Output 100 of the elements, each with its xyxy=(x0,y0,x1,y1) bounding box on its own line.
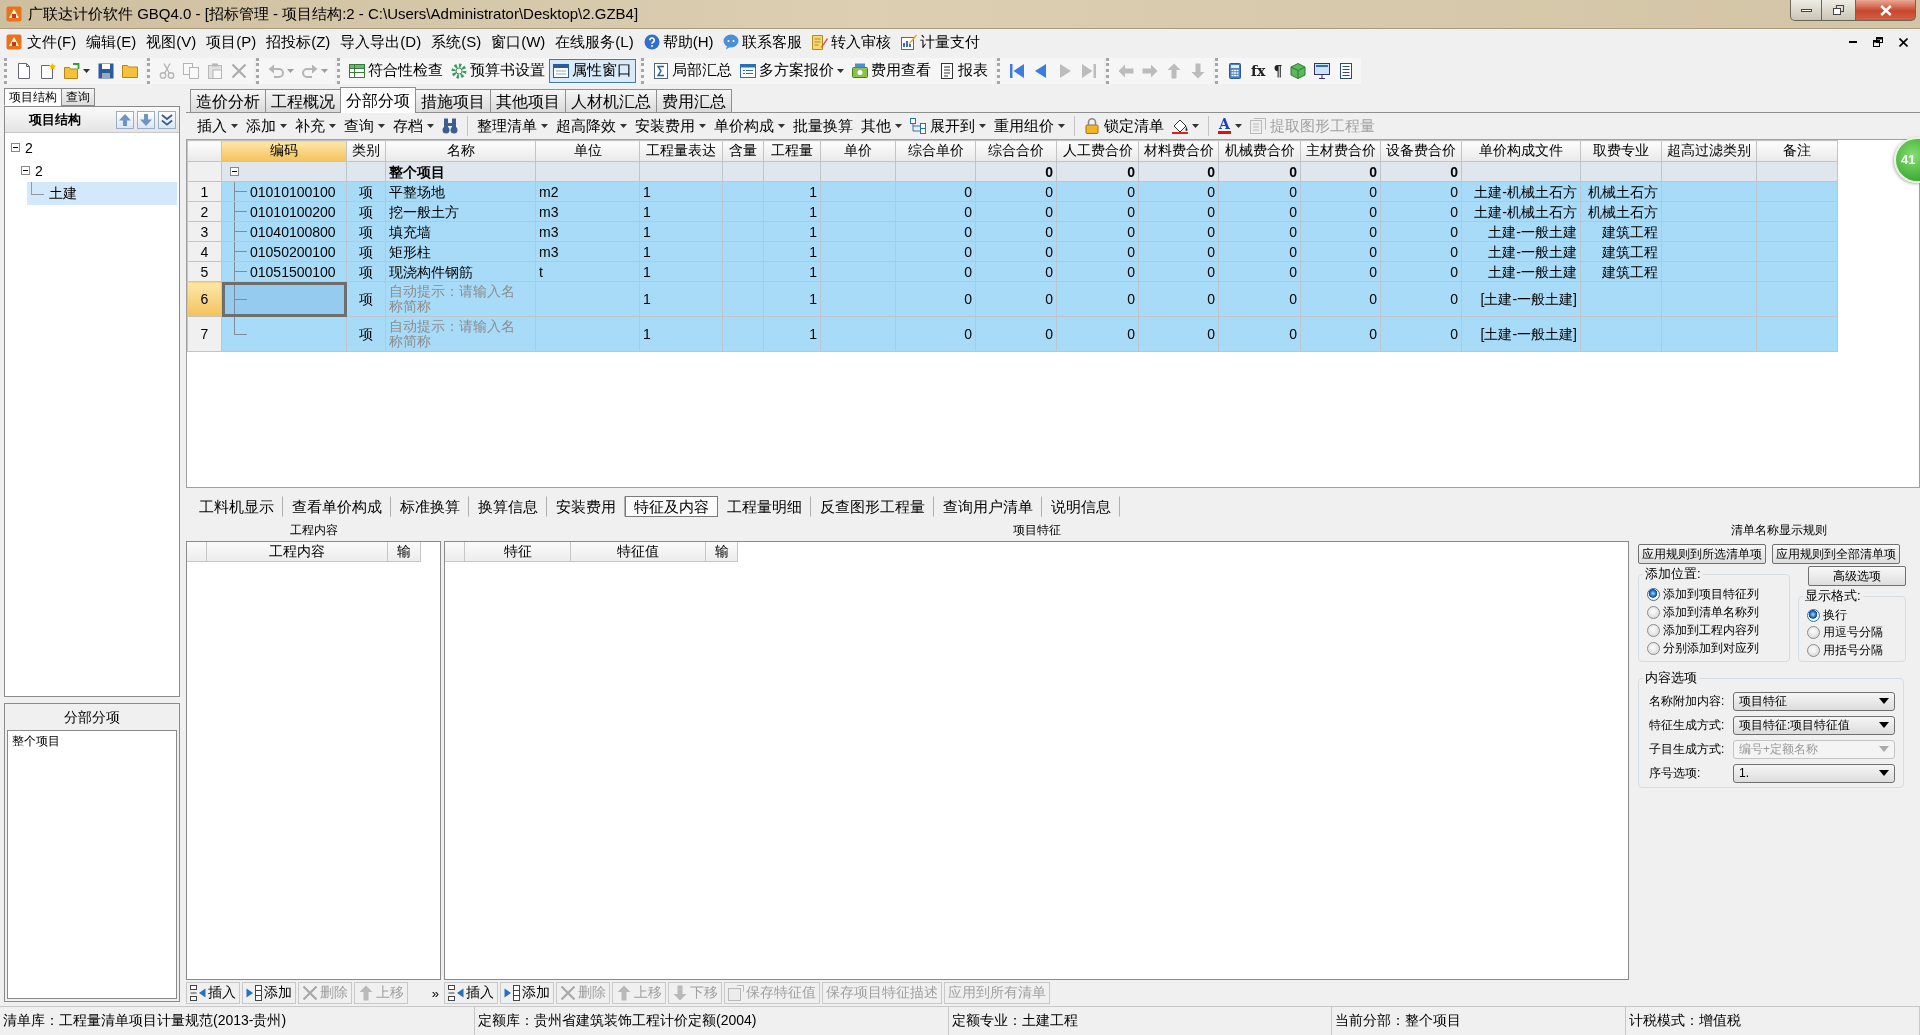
menu-item[interactable]: 在线服务(L) xyxy=(550,30,639,54)
column-header[interactable]: 输 xyxy=(388,542,421,562)
row-header[interactable]: 1 xyxy=(187,181,222,202)
panel-button[interactable]: 添加 xyxy=(500,982,554,1004)
menu-item[interactable]: 导入导出(D) xyxy=(335,30,427,54)
radio-option[interactable]: 用括号分隔 xyxy=(1803,641,1901,659)
toolbar-button[interactable]: 批量换算 xyxy=(789,116,857,136)
tab[interactable]: 反查图形工程量 xyxy=(811,496,934,517)
toolbar-button[interactable]: 添加 xyxy=(242,116,291,136)
dropdown-field[interactable]: 1. xyxy=(1733,763,1895,783)
tree-item[interactable]: 土建 xyxy=(27,182,177,205)
column-header[interactable]: 编码 xyxy=(221,140,347,162)
tab[interactable]: 人材机汇总 xyxy=(565,89,657,112)
toolbar-button[interactable]: 查询 xyxy=(340,116,389,136)
menu-item[interactable]: 转入审核 xyxy=(807,30,897,54)
row-header[interactable]: 2 xyxy=(187,201,222,222)
toolbar-button[interactable]: ¶ xyxy=(1269,58,1287,83)
column-header[interactable]: 特征值 xyxy=(571,542,706,562)
row-header[interactable]: 6 xyxy=(187,281,222,317)
menu-item[interactable]: 联系客服 xyxy=(718,30,808,54)
column-header[interactable]: 单位 xyxy=(535,140,640,162)
column-header[interactable]: 取费专业 xyxy=(1580,140,1662,162)
dropdown-field[interactable]: 项目特征 xyxy=(1733,691,1895,711)
toolbar-button[interactable]: 费用查看 xyxy=(848,58,935,83)
radio-option[interactable]: 添加到工程内容列 xyxy=(1643,621,1785,639)
toolbar-button[interactable]: 重用组价 xyxy=(990,116,1069,136)
column-header[interactable]: 主材费合价 xyxy=(1300,140,1381,162)
toolbar-button[interactable]: 属性窗口 xyxy=(549,58,636,83)
column-header[interactable]: 人工费合价 xyxy=(1056,140,1139,162)
column-header[interactable]: 工程量 xyxy=(763,140,821,162)
tab[interactable]: 费用汇总 xyxy=(656,89,732,112)
close-button[interactable] xyxy=(1897,35,1910,49)
column-header[interactable]: 输 xyxy=(706,542,738,562)
column-header[interactable]: 材料费合价 xyxy=(1138,140,1219,162)
restore-button[interactable] xyxy=(1871,35,1885,49)
toolbar-button[interactable]: 单价构成 xyxy=(710,116,789,136)
column-header[interactable]: 含量 xyxy=(722,140,764,162)
tab[interactable]: 项目结构 xyxy=(4,88,62,106)
toolbar-button[interactable]: 锁定清单 xyxy=(1080,116,1168,136)
column-header[interactable]: 综合合价 xyxy=(975,140,1057,162)
column-header[interactable]: 备注 xyxy=(1756,140,1838,162)
row-header[interactable]: 5 xyxy=(187,261,222,282)
list-item[interactable]: 整个项目 xyxy=(12,733,172,750)
column-header[interactable]: 机械费合价 xyxy=(1218,140,1301,162)
toolbar-button[interactable]: 插入 xyxy=(193,116,242,136)
column-header[interactable]: 工程内容 xyxy=(207,542,388,562)
toolbar-button[interactable]: 超高降效 xyxy=(552,116,631,136)
column-header[interactable]: 特征 xyxy=(465,542,571,562)
radio-option[interactable]: 换行 xyxy=(1803,607,1901,625)
menu-item[interactable]: 窗口(W) xyxy=(486,30,551,54)
toolbar-button[interactable]: 报表 xyxy=(935,58,992,83)
toolbar-button[interactable]: 预算书设置 xyxy=(447,58,549,83)
row-header[interactable]: 3 xyxy=(187,221,222,242)
menu-item[interactable]: 编辑(E) xyxy=(81,30,142,54)
dropdown-field[interactable]: 项目特征:项目特征值 xyxy=(1733,715,1895,735)
menu-item[interactable]: 系统(S) xyxy=(426,30,487,54)
toolbar-button[interactable]: A xyxy=(1214,116,1246,136)
toolbar-button[interactable]: 符合性检查 xyxy=(345,58,447,83)
column-header[interactable]: 单价 xyxy=(820,140,896,162)
apply-rule-button[interactable]: 应用规则到所选清单项 xyxy=(1638,544,1766,564)
tab[interactable]: 工程量明细 xyxy=(718,496,811,517)
tree-item[interactable]: 2 xyxy=(17,159,47,182)
row-header[interactable]: 7 xyxy=(187,316,222,352)
radio-option[interactable]: 添加到清单名称列 xyxy=(1643,603,1785,621)
toolbar-button[interactable]: 展开到 xyxy=(906,116,990,136)
tab[interactable]: 工程概况 xyxy=(265,89,341,112)
toolbar-button[interactable]: 整理清单 xyxy=(473,116,552,136)
toolbar-button[interactable]: 局部汇总 xyxy=(649,58,736,83)
menu-item[interactable]: 计量支付 xyxy=(896,30,986,54)
radio-option[interactable]: 用逗号分隔 xyxy=(1803,624,1901,642)
toolbar-button[interactable]: 存档 xyxy=(389,116,438,136)
minimize-button[interactable] xyxy=(1790,0,1822,21)
tab[interactable]: 换算信息 xyxy=(469,496,547,517)
toolbar-button[interactable]: 安装费用 xyxy=(631,116,710,136)
row-header[interactable]: 4 xyxy=(187,241,222,262)
menu-item[interactable]: 帮助(H) xyxy=(638,30,719,54)
column-header[interactable]: 设备费合价 xyxy=(1380,140,1462,162)
column-header[interactable]: 工程量表达 xyxy=(639,140,723,162)
apply-rule-button[interactable]: 应用规则到全部清单项 xyxy=(1772,544,1900,564)
toolbar-button[interactable]: 补充 xyxy=(291,116,340,136)
tab[interactable]: 其他项目 xyxy=(490,89,566,112)
column-header[interactable]: 类别 xyxy=(346,140,386,162)
focused-cell[interactable] xyxy=(221,281,347,317)
tab[interactable]: 标准换算 xyxy=(391,496,469,517)
panel-button[interactable]: 插入 xyxy=(186,982,240,1004)
column-header[interactable]: 超高过滤类别 xyxy=(1661,140,1757,162)
tab[interactable]: 造价分析 xyxy=(190,89,266,112)
menu-item[interactable]: 文件(F) xyxy=(22,30,82,54)
tab[interactable]: 查询 xyxy=(61,88,95,106)
tab[interactable]: 查询用户清单 xyxy=(934,496,1042,517)
tab[interactable]: 工料机显示 xyxy=(190,496,283,517)
column-header[interactable]: 名称 xyxy=(385,140,536,162)
tab[interactable]: 特征及内容 xyxy=(625,496,718,517)
column-header[interactable]: 综合单价 xyxy=(895,140,976,162)
tab[interactable]: 分部分项 xyxy=(340,87,416,113)
expand-all-button[interactable] xyxy=(158,110,176,129)
toolbar-button[interactable]: 其他 xyxy=(857,116,906,136)
menu-item[interactable]: 视图(V) xyxy=(141,30,202,54)
menu-item[interactable]: 项目(P) xyxy=(201,30,262,54)
tab[interactable]: 查看单价构成 xyxy=(283,496,391,517)
